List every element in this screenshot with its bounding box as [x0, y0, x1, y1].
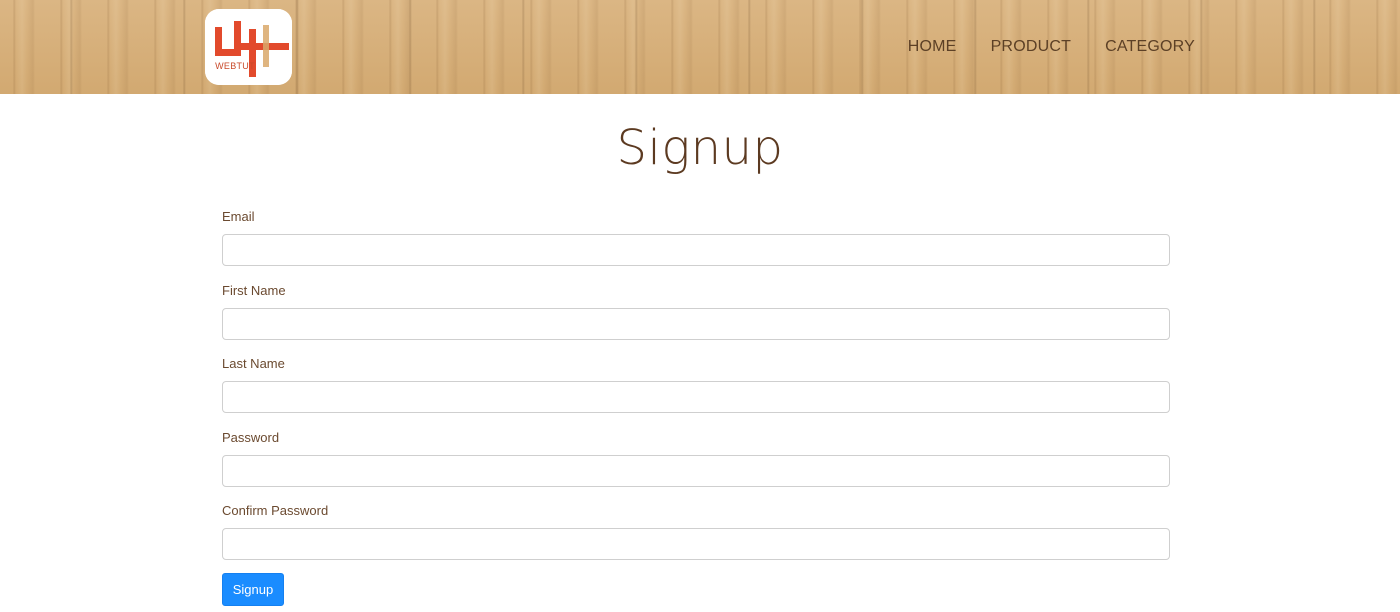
confirm-password-input[interactable]: [222, 528, 1170, 560]
email-input[interactable]: [222, 234, 1170, 266]
signup-button[interactable]: Signup: [222, 573, 284, 606]
confirm-password-label: Confirm Password: [222, 503, 329, 518]
logo-text: WEBTUT: [215, 61, 255, 71]
last-name-input[interactable]: [222, 381, 1170, 413]
page-title-text: Signup: [616, 120, 784, 176]
password-input[interactable]: [222, 454, 1170, 487]
main-nav: HOME PRODUCT CATEGORY: [874, 38, 1195, 56]
nav-product-link[interactable]: PRODUCT: [991, 38, 1072, 56]
first-name-input[interactable]: [222, 307, 1170, 340]
first-name-field-group: First Name: [222, 283, 1170, 357]
first-name-label: First Name: [222, 282, 286, 298]
password-field-group: Password: [222, 430, 1170, 504]
email-label: Email: [222, 209, 255, 224]
nav-home-link[interactable]: HOME: [908, 38, 957, 56]
nav-category-link[interactable]: CATEGORY: [1105, 38, 1195, 56]
site-header: WEBTUT HOME PRODUCT CATEGORY: [0, 0, 1400, 94]
site-logo[interactable]: WEBTUT: [205, 9, 292, 85]
last-name-field-group: Last Name: [222, 356, 1170, 430]
last-name-label: Last Name: [222, 356, 285, 371]
page-title: Signup: [0, 120, 1400, 176]
signup-form: Email First Name Last Name Password Conf…: [222, 209, 1170, 577]
password-label: Password: [222, 429, 280, 445]
logo-mark-icon: [205, 9, 292, 85]
email-field-group: Email: [222, 209, 1170, 283]
confirm-password-field-group: Confirm Password: [222, 503, 1170, 577]
